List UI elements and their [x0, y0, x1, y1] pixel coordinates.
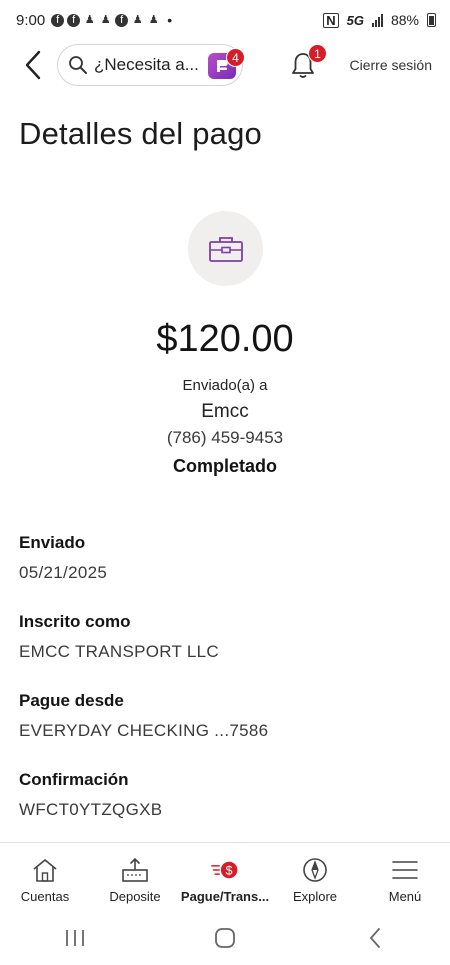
home-button[interactable]: [195, 918, 255, 958]
payment-icon-container: [188, 211, 263, 286]
detail-value: EVERYDAY CHECKING ...7586: [19, 721, 269, 740]
status-bar: 9:00 f f ♟ ♟ f ♟ ♟ • N 5G 88%: [0, 0, 450, 40]
search-assistant-field[interactable]: ¿Necesita a... 4: [57, 44, 245, 86]
pay-transfer-icon: $: [211, 861, 238, 879]
nav-label: Deposite: [109, 889, 161, 904]
detail-label: Pague desde: [19, 691, 124, 710]
nav-label: Cuentas: [20, 889, 70, 904]
nav-label: Pague/Trans...: [180, 889, 270, 904]
deposit-icon: [122, 857, 148, 882]
sent-to-label: Enviado(a) a: [182, 377, 268, 394]
battery-percent: 88%: [390, 12, 419, 28]
notification-icons: f f ♟ ♟ f ♟ ♟ •: [51, 11, 176, 28]
page-title: Detalles del pago: [19, 116, 262, 151]
logout-button[interactable]: Cierre sesión: [350, 57, 432, 73]
detail-value: 05/21/2025: [19, 563, 108, 582]
assistant-badge: 4: [226, 48, 245, 67]
nav-label: Menú: [388, 889, 422, 904]
system-back-button[interactable]: [345, 918, 405, 958]
battery-icon: [427, 13, 436, 27]
status-indicators: N 5G 88%: [323, 12, 436, 28]
facebook-notification-icon: f: [115, 13, 129, 27]
detail-label: Confirmación: [19, 770, 129, 789]
detail-label: Inscrito como: [19, 612, 131, 631]
nav-label: Explore: [292, 889, 338, 904]
recipient-name: Emcc: [201, 401, 249, 422]
nav-accounts[interactable]: Cuentas: [0, 843, 90, 910]
briefcase-icon: [208, 236, 243, 262]
search-placeholder: ¿Necesita a...: [94, 55, 199, 74]
person-add-notification-icon: ♟: [100, 13, 111, 26]
bottom-navigation: Cuentas Deposite $ Pague/Trans... Explor…: [0, 842, 450, 910]
detail-enrolled-as: Inscrito como EMCC TRANSPORT LLC: [19, 612, 219, 662]
person-add-notification-icon: ♟: [148, 13, 159, 26]
nav-pay-transfer[interactable]: $ Pague/Trans...: [180, 843, 270, 910]
payment-amount: $120.00: [156, 318, 294, 360]
svg-text:$: $: [226, 864, 233, 878]
app-header: ¿Necesita a... 4 1 Cierre sesión: [0, 40, 450, 90]
more-notifications-dot-icon: •: [167, 11, 173, 28]
signal-strength-icon: [371, 13, 383, 27]
chevron-left-icon: [369, 927, 380, 948]
hamburger-menu-icon: [392, 861, 418, 879]
person-add-notification-icon: ♟: [84, 13, 95, 26]
detail-value: EMCC TRANSPORT LLC: [19, 642, 220, 661]
detail-confirmation: Confirmación WFCT0YTZQGXB: [19, 770, 162, 820]
facebook-notification-icon: f: [67, 13, 81, 27]
notifications-badge: 1: [308, 44, 327, 63]
recent-apps-button[interactable]: [45, 918, 105, 958]
home-icon: [33, 859, 57, 882]
home-circle-icon: [215, 927, 235, 948]
chevron-left-icon: [25, 50, 41, 80]
network-type: 5G: [346, 12, 364, 28]
detail-paid-from: Pague desde EVERYDAY CHECKING ...7586: [19, 691, 268, 741]
nav-menu[interactable]: Menú: [360, 843, 450, 910]
compass-icon: [303, 858, 327, 882]
recent-apps-icon: [66, 929, 84, 946]
detail-sent-date: Enviado 05/21/2025: [19, 533, 107, 583]
nfc-icon: N: [323, 12, 339, 28]
detail-label: Enviado: [19, 533, 86, 552]
assistant-logo-icon[interactable]: 4: [208, 48, 245, 79]
detail-value: WFCT0YTZQGXB: [19, 800, 163, 819]
recipient-phone: (786) 459-9453: [166, 428, 284, 447]
payment-status: Completado: [172, 456, 277, 476]
notifications-button[interactable]: 1: [289, 44, 327, 80]
person-add-notification-icon: ♟: [132, 13, 143, 26]
nav-explore[interactable]: Explore: [270, 843, 360, 910]
status-time: 9:00: [16, 11, 46, 29]
back-button[interactable]: [20, 48, 46, 82]
nav-deposit[interactable]: Deposite: [90, 843, 180, 910]
system-navigation-bar: [0, 910, 450, 965]
search-icon: [69, 56, 87, 74]
facebook-notification-icon: f: [51, 13, 65, 27]
